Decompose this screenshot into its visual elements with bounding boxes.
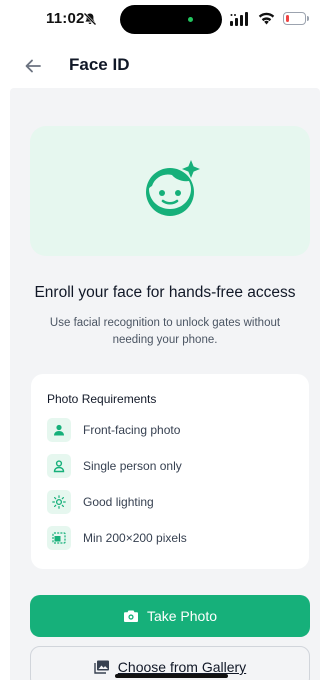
dynamic-island [120,5,222,34]
face-sparkle-icon [146,160,200,216]
image-size-icon [47,526,71,550]
battery-level-fill [285,14,289,22]
sun-icon [47,490,71,514]
status-time: 11:02 [46,10,85,27]
requirement-label: Single person only [83,459,182,473]
gallery-label: Choose from Gallery [117,659,247,675]
requirement-label: Front-facing photo [83,423,181,437]
take-photo-button[interactable]: Take Photo [30,595,310,637]
content-panel: Enroll your face for hands-free access U… [10,88,320,680]
gallery-icon [94,660,109,674]
description: Use facial recognition to unlock gates w… [49,317,281,346]
requirement-item-single-person: Single person only [47,454,297,478]
single-person-icon [47,454,71,478]
requirement-item-resolution: Min 200×200 pixels [47,526,297,550]
requirements-title: Photo Requirements [47,392,157,406]
status-bar: 11:02 [0,0,324,40]
requirement-label: Good lighting [83,495,154,509]
arrow-left-icon[interactable] [22,55,44,77]
header: Face ID [0,44,324,88]
face-id-screen: 11:02 Face ID Enroll your face for hands… [0,0,324,680]
wifi-icon [258,12,275,25]
camera-indicator-dot [188,17,193,22]
requirement-item-lighting: Good lighting [47,490,297,514]
page-title: Face ID [69,55,130,74]
bell-off-icon [83,12,97,26]
photo-requirements-card: Photo Requirements Front-facing photo Si… [31,374,309,569]
take-photo-label: Take Photo [146,608,218,624]
hero-illustration [30,126,310,256]
camera-icon [123,610,138,622]
battery-cap [307,16,309,21]
cellular-signal-icon [230,12,248,26]
person-icon [47,418,71,442]
requirement-label: Min 200×200 pixels [83,531,187,545]
home-indicator [115,674,228,678]
take-photo-button-content: Take Photo [30,595,310,637]
battery-icon [283,12,306,25]
requirement-item-front-facing: Front-facing photo [47,418,297,442]
headline: Enroll your face for hands-free access [34,284,296,301]
